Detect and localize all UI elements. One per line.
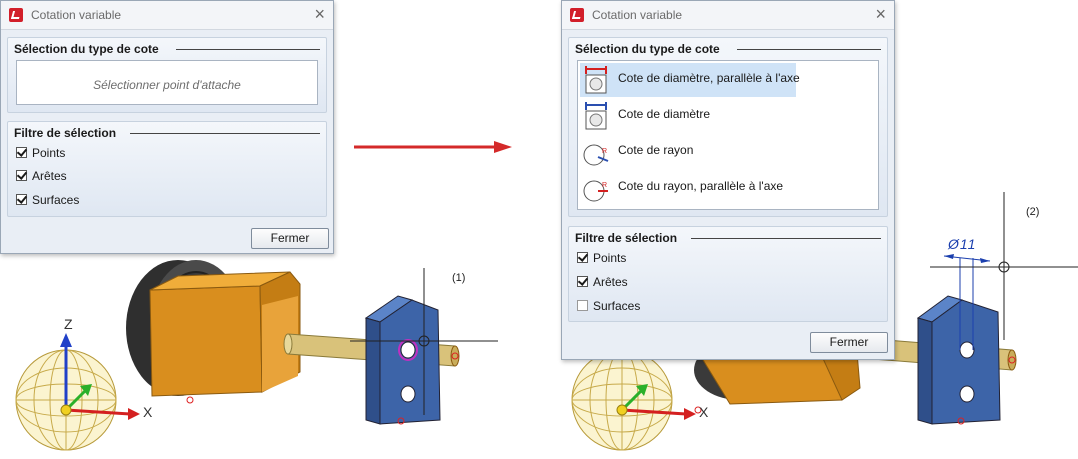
edges-checkbox[interactable] bbox=[16, 170, 27, 181]
edges-checkbox[interactable] bbox=[577, 276, 588, 287]
close-icon[interactable]: × bbox=[875, 4, 886, 24]
right-dialog: Cotation variable × Sélection du type de… bbox=[561, 0, 895, 360]
axis-label-x: X bbox=[143, 404, 153, 420]
filter-label: Arêtes bbox=[32, 169, 67, 183]
surfaces-checkbox[interactable] bbox=[16, 194, 27, 205]
filter-label: Points bbox=[32, 146, 66, 160]
points-checkbox[interactable] bbox=[16, 147, 27, 158]
section-heading: Sélection du type de cote bbox=[14, 42, 159, 56]
list-item-diameter-parallel[interactable]: Cote de diamètre, parallèle à l'axe bbox=[580, 63, 800, 97]
close-button[interactable]: Fermer bbox=[810, 332, 888, 353]
dialog-title: Cotation variable bbox=[592, 8, 683, 22]
section-heading: Filtre de sélection bbox=[575, 231, 678, 245]
selection-filter-section: Filtre de sélection Points Arêtes Surfac… bbox=[7, 121, 327, 217]
transition-arrow bbox=[354, 141, 512, 153]
dimension-type-section: Sélection du type de cote Sélectionner p… bbox=[7, 37, 327, 113]
dimension-value: Ø11 bbox=[948, 236, 977, 252]
select-attach-point-hint: Sélectionner point d'attache bbox=[93, 78, 241, 92]
app-logo-icon bbox=[9, 8, 23, 22]
diameter-icon bbox=[585, 102, 607, 130]
close-icon[interactable]: × bbox=[314, 4, 325, 24]
dimension-type-section: Sélection du type de cote Cote de diamèt… bbox=[568, 37, 888, 217]
dimension-type-list[interactable]: Cote de diamètre, parallèle à l'axe Cote… bbox=[577, 60, 879, 210]
filter-label: Surfaces bbox=[32, 193, 80, 207]
close-button[interactable]: Fermer bbox=[251, 228, 329, 249]
axis-label-x-right: X bbox=[699, 404, 709, 420]
list-item-radius[interactable]: R Cote de rayon bbox=[580, 135, 796, 169]
section-divider bbox=[737, 49, 881, 50]
dialog-title: Cotation variable bbox=[31, 8, 122, 22]
dimension-type-label: Cote de diamètre bbox=[618, 107, 711, 121]
filter-label: Arêtes bbox=[593, 275, 628, 289]
surfaces-checkbox[interactable] bbox=[577, 300, 588, 311]
axis-label-z: Z bbox=[64, 316, 73, 332]
left-model bbox=[126, 260, 498, 425]
section-divider bbox=[691, 238, 881, 239]
axis-gizmo-right bbox=[571, 349, 696, 451]
app-logo-icon bbox=[570, 8, 584, 22]
section-heading: Sélection du type de cote bbox=[575, 42, 720, 56]
radius-icon: R bbox=[583, 144, 609, 166]
list-item-diameter[interactable]: Cote de diamètre bbox=[580, 99, 796, 133]
list-item-radius-parallel[interactable]: R Cote du rayon, parallèle à l'axe bbox=[580, 171, 796, 205]
diameter-parallel-icon bbox=[585, 66, 607, 94]
callout-2: (2) bbox=[1026, 206, 1040, 218]
svg-text:R: R bbox=[602, 148, 607, 155]
dimension-type-list[interactable]: Sélectionner point d'attache bbox=[16, 60, 318, 105]
title-bar[interactable]: Cotation variable × bbox=[562, 1, 894, 30]
radius-parallel-icon: R bbox=[583, 180, 608, 202]
section-heading: Filtre de sélection bbox=[14, 126, 117, 140]
section-divider bbox=[130, 133, 320, 134]
selection-filter-section: Filtre de sélection Points Arêtes Surfac… bbox=[568, 226, 888, 322]
section-divider bbox=[176, 49, 320, 50]
left-dialog: Cotation variable × Sélection du type de… bbox=[0, 0, 334, 254]
callout-1: (1) bbox=[452, 272, 466, 284]
dimension-type-label: Cote de rayon bbox=[618, 143, 694, 157]
dimension-type-label: Cote de diamètre, parallèle à l'axe bbox=[618, 71, 800, 85]
points-checkbox[interactable] bbox=[577, 252, 588, 263]
svg-text:R: R bbox=[602, 182, 607, 189]
title-bar[interactable]: Cotation variable × bbox=[1, 1, 333, 30]
filter-label: Surfaces bbox=[593, 299, 641, 313]
dimension-type-label: Cote du rayon, parallèle à l'axe bbox=[618, 179, 784, 193]
axis-gizmo-left bbox=[15, 333, 140, 451]
filter-label: Points bbox=[593, 251, 627, 265]
